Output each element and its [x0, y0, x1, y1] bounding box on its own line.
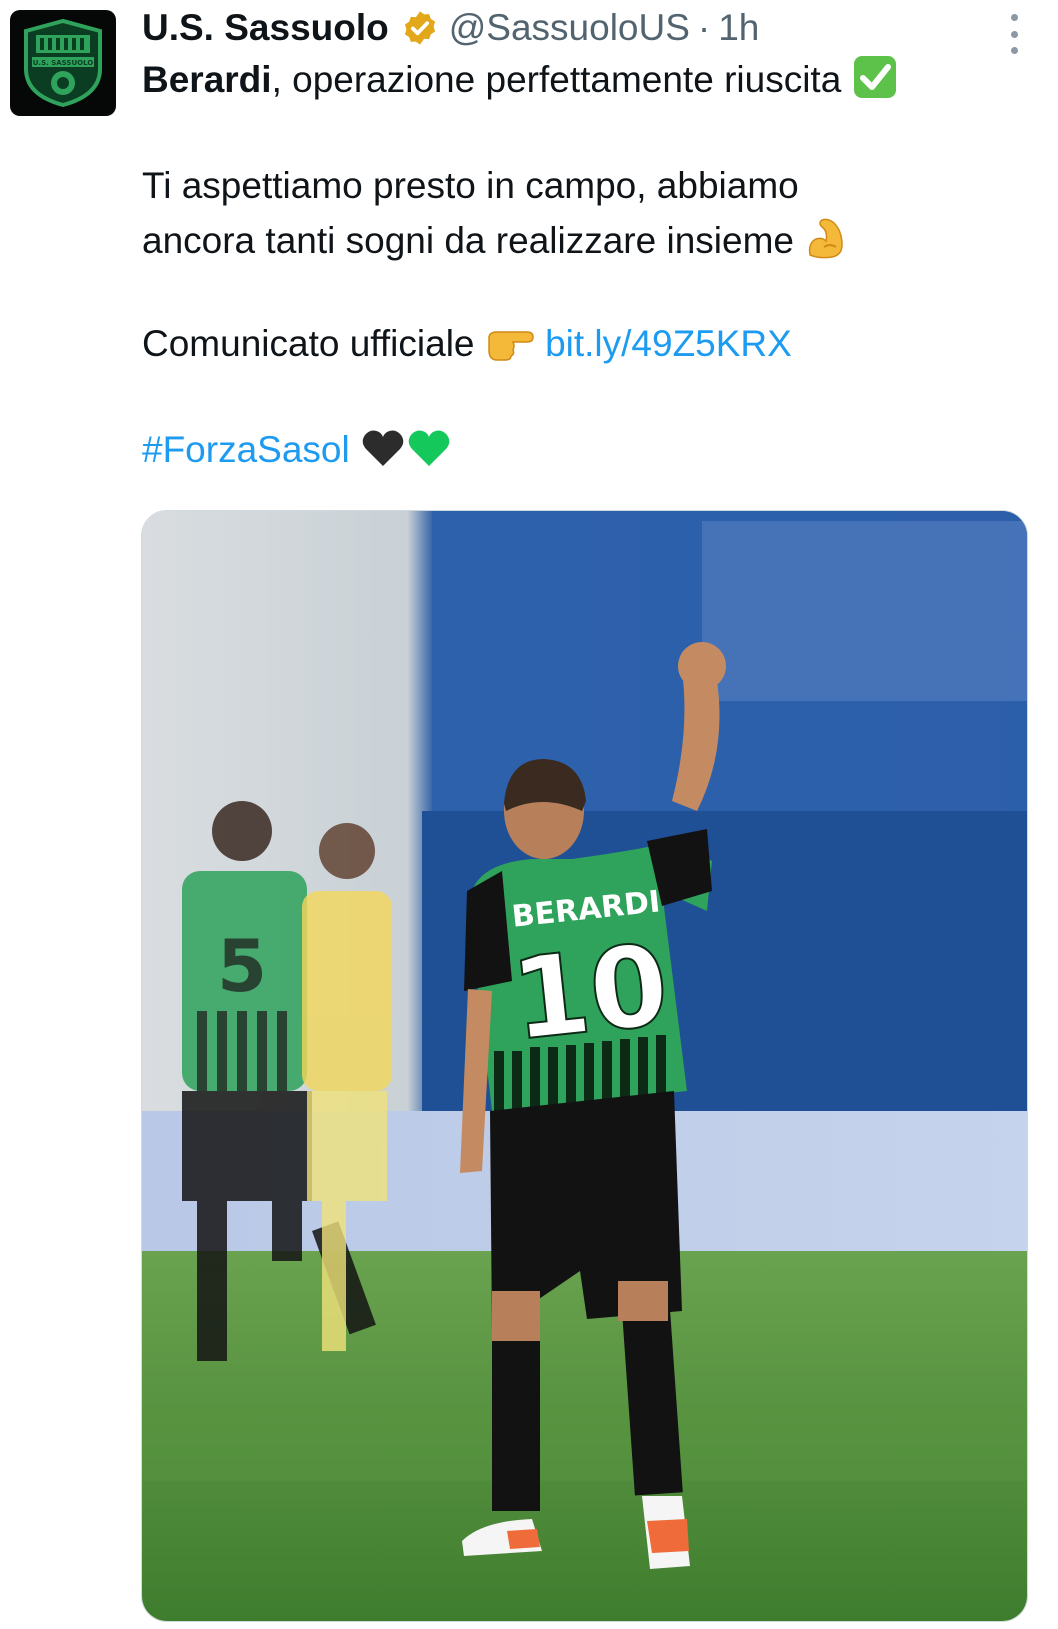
- mention-berardi: Berardi: [142, 59, 272, 100]
- avatar[interactable]: U.S. SASSUOLO: [10, 10, 116, 116]
- tweet-text-paragraph-3: Comunicato ufficiale bit.ly/49Z5KRX: [142, 316, 1018, 371]
- crest-text: U.S. SASSUOLO: [33, 59, 94, 67]
- timestamp[interactable]: 1h: [718, 7, 759, 49]
- green-heart-icon: [408, 430, 450, 466]
- check-mark-button-icon: [853, 56, 896, 98]
- sassuolo-crest-icon: U.S. SASSUOLO: [24, 18, 102, 108]
- separator-dot: ·: [697, 7, 711, 48]
- pointing-right-icon: [488, 331, 534, 361]
- tweet-text: Ti aspettiamo presto in campo, abbiamo: [142, 165, 799, 206]
- more-options-icon[interactable]: [1006, 14, 1022, 54]
- tweet: U.S. SASSUOLO U.S. Sassuolo @SassuoloUS …: [0, 0, 1058, 1629]
- bitly-link[interactable]: bit.ly/49Z5KRX: [545, 323, 792, 364]
- tweet-text-paragraph-4: #ForzaSasol: [142, 422, 1018, 477]
- hashtag-link[interactable]: #ForzaSasol: [142, 429, 350, 470]
- verified-badge-icon[interactable]: [401, 9, 439, 47]
- tweet-text-line-1: Berardi, operazione perfettamente riusci…: [142, 52, 1018, 107]
- tweet-photo[interactable]: 5 BERARDI 10: [141, 510, 1028, 1622]
- black-heart-icon: [362, 430, 404, 466]
- handle[interactable]: @SassuoloUS: [449, 7, 690, 49]
- tweet-text: Comunicato ufficiale: [142, 323, 475, 364]
- tweet-text: , operazione perfettamente riuscita: [271, 59, 842, 100]
- jersey-number: 10: [506, 920, 675, 1066]
- tweet-text: ancora tanti sogni da realizzare insieme: [142, 220, 794, 261]
- flexed-biceps-icon: [809, 218, 844, 259]
- display-name[interactable]: U.S. Sassuolo: [142, 7, 389, 49]
- teammate-number: 5: [217, 924, 267, 1008]
- tweet-text-paragraph-2: Ti aspettiamo presto in campo, abbiamo a…: [142, 158, 1018, 268]
- player-photo: 5 BERARDI 10: [142, 511, 1027, 1621]
- tweet-header: U.S. Sassuolo @SassuoloUS · 1h: [142, 4, 998, 52]
